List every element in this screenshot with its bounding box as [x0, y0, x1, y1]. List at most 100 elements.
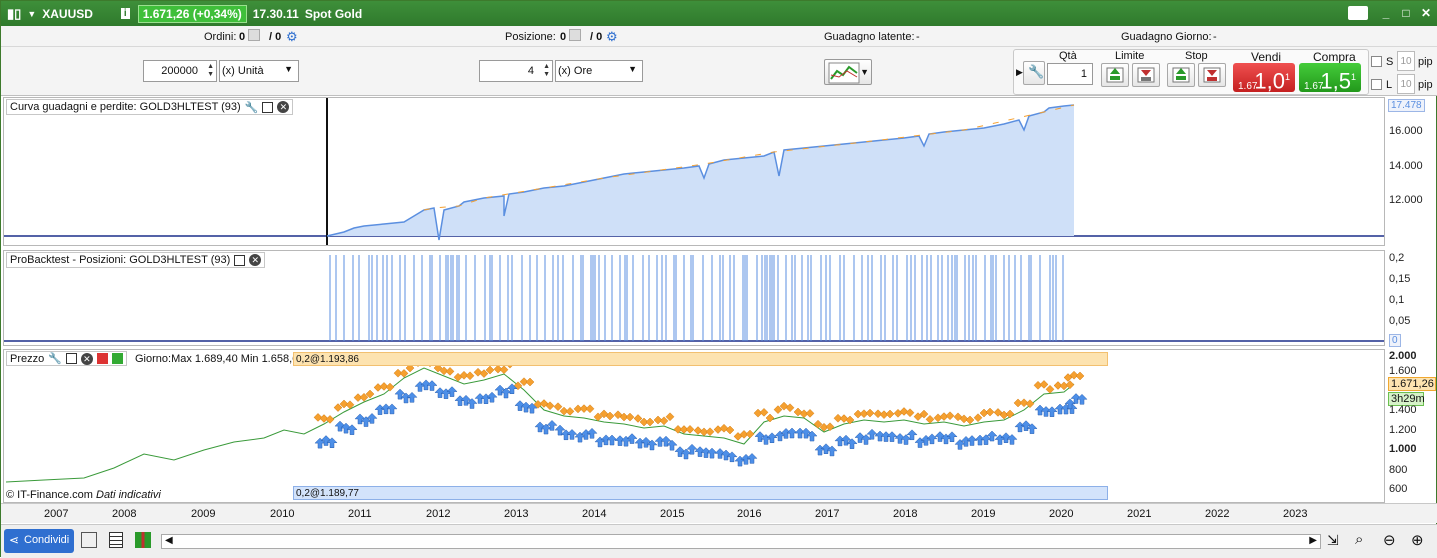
source-note: Dati indicativi	[96, 489, 161, 501]
buy-button[interactable]: 1.67 1,51	[1299, 63, 1361, 93]
hours-select[interactable]: (x) Ore ▼	[555, 60, 643, 82]
buy-arrow-icon[interactable]	[111, 353, 123, 364]
sell-signal-marker	[553, 402, 563, 412]
price-panel-header: Prezzo 🔧 ✕	[6, 351, 127, 366]
year-label: 2013	[504, 508, 529, 520]
wrench-icon[interactable]: 🔧	[245, 101, 259, 114]
equity-panel: Curva guadagni e perdite: GOLD3HLTEST (9…	[3, 97, 1385, 246]
auto-zoom-icon[interactable]: ⇲	[1327, 532, 1339, 549]
stop-pip-input[interactable]: 10	[1397, 51, 1415, 71]
sell-signal-marker	[585, 404, 595, 414]
limit-pip-input[interactable]: 10	[1397, 74, 1415, 94]
strategy-button[interactable]: ▼	[824, 59, 872, 85]
zoom-fit-icon[interactable]: ⌕	[1355, 531, 1363, 548]
units-select[interactable]: (x) Unità ▼	[219, 60, 299, 82]
window-icon[interactable]	[65, 353, 77, 364]
limit-checkbox[interactable]	[1371, 79, 1382, 90]
gear-icon[interactable]: ⚙	[286, 29, 298, 45]
limit-buy-button[interactable]	[1101, 63, 1129, 87]
limit-label: Limite	[1115, 50, 1145, 62]
equity-fill	[327, 105, 1074, 240]
strategy-chart-icon	[828, 62, 860, 84]
chevron-down-icon[interactable]: ▼	[27, 9, 36, 19]
sell-signal-marker	[1045, 384, 1055, 394]
limit-sell-button[interactable]	[1132, 63, 1160, 87]
limit-pip-label: pip	[1418, 79, 1433, 91]
list-icon[interactable]	[109, 532, 123, 548]
sell-signal-marker	[1059, 381, 1069, 391]
year-label: 2009	[191, 508, 216, 520]
orders-label: Ordini:	[204, 31, 237, 43]
position-gear-icon[interactable]: ⚙	[606, 29, 618, 45]
equity-last-value: 17.478	[1388, 99, 1425, 112]
scroll-left-icon[interactable]: ◀	[165, 535, 173, 546]
close-icon[interactable]: ✕	[277, 101, 290, 113]
hours-stepper[interactable]: 4 ▲ ▼	[479, 60, 553, 82]
horizontal-scrollbar[interactable]: ◀ ▶	[161, 534, 1321, 549]
year-label: 2023	[1283, 508, 1308, 520]
source-label: © IT-Finance.com	[6, 489, 93, 501]
positions-tick: 0,15	[1389, 273, 1411, 285]
zoom-out-icon[interactable]: ⊖	[1383, 531, 1396, 549]
collapse-arrow-icon[interactable]: ▶	[1016, 67, 1023, 78]
buy-price-sup: 1	[1350, 72, 1356, 82]
qty-input[interactable]: 1	[1047, 63, 1093, 85]
sell-signal-marker	[945, 411, 955, 421]
wrench-icon[interactable]: 🔧	[1023, 61, 1045, 85]
price-tick: 1.000	[1389, 443, 1417, 455]
buy-signal-marker	[586, 427, 598, 439]
sell-arrow-icon[interactable]	[96, 353, 108, 364]
buy-signal-marker	[626, 433, 638, 444]
equity-tick: 16.000	[1389, 125, 1423, 137]
maximize-icon[interactable]: □	[1398, 5, 1414, 21]
indicators-icon[interactable]	[135, 532, 151, 548]
units-stepper[interactable]: 200000 ▲ ▼	[143, 60, 217, 82]
stop-checkbox[interactable]	[1371, 56, 1382, 67]
sell-signal-marker	[905, 408, 915, 418]
price-tick: 800	[1389, 464, 1408, 476]
equity-chart	[4, 98, 1384, 245]
sell-signal-marker	[625, 412, 635, 422]
buy-signal-marker	[460, 394, 472, 406]
stop-pip-label: pip	[1418, 56, 1433, 68]
stepper-arrows-icon[interactable]: ▲ ▼	[543, 63, 550, 79]
sell-signal-marker	[1065, 380, 1075, 390]
buy-signal-marker	[446, 386, 458, 397]
stop-sell-icon	[1203, 67, 1221, 83]
buy-label: Compra	[1313, 50, 1356, 64]
limit-pip-value: 10	[1400, 79, 1412, 90]
stepper-arrows-icon[interactable]: ▲ ▼	[207, 63, 214, 79]
zoom-in-icon[interactable]: ⊕	[1411, 531, 1424, 549]
minimize-icon[interactable]: _	[1378, 5, 1394, 21]
drawing-tools-icon[interactable]	[81, 532, 97, 548]
close-icon[interactable]: ✕	[249, 254, 262, 266]
price-tick: 2.000	[1389, 350, 1417, 362]
trade-label-bottom: 0,2@1.189,77	[296, 488, 359, 499]
price-panel: Prezzo 🔧 ✕ Giorno:Max 1.689,40 Min 1.658…	[3, 349, 1385, 503]
window-icon[interactable]	[234, 254, 246, 266]
chart-type-icon[interactable]: ▮▯	[7, 6, 21, 22]
wrench-icon[interactable]: 🔧	[48, 352, 62, 365]
stop-sell-button[interactable]	[1198, 63, 1226, 87]
position-icon[interactable]	[569, 29, 581, 41]
sell-signal-marker	[1039, 380, 1049, 389]
close-icon[interactable]: ✕	[1418, 5, 1434, 21]
year-label: 2021	[1127, 508, 1152, 520]
stop-buy-button[interactable]	[1167, 63, 1195, 87]
buy-signal-marker	[486, 391, 498, 403]
info-icon[interactable]: i	[120, 8, 130, 19]
limit-buy-icon	[1106, 67, 1124, 83]
buy-signal-marker	[560, 429, 572, 441]
share-button[interactable]: ⋖ Condividi	[4, 529, 74, 553]
close-icon[interactable]: ✕	[80, 352, 93, 365]
symbol-label[interactable]: XAUUSD	[42, 7, 93, 21]
orders-icon[interactable]	[248, 29, 260, 41]
instrument-label: Spot Gold	[304, 6, 363, 21]
status-row: Ordini: 0 / 0 ⚙ Posizione: 0 / 0 ⚙ Guada…	[1, 26, 1437, 47]
sell-signal-marker	[1025, 399, 1035, 409]
sell-button[interactable]: 1.67 1,01	[1233, 63, 1295, 93]
keyboard-icon[interactable]	[1348, 6, 1368, 20]
sell-signal-marker	[825, 422, 835, 432]
scroll-right-icon[interactable]: ▶	[1309, 535, 1317, 546]
window-icon[interactable]	[262, 101, 274, 113]
